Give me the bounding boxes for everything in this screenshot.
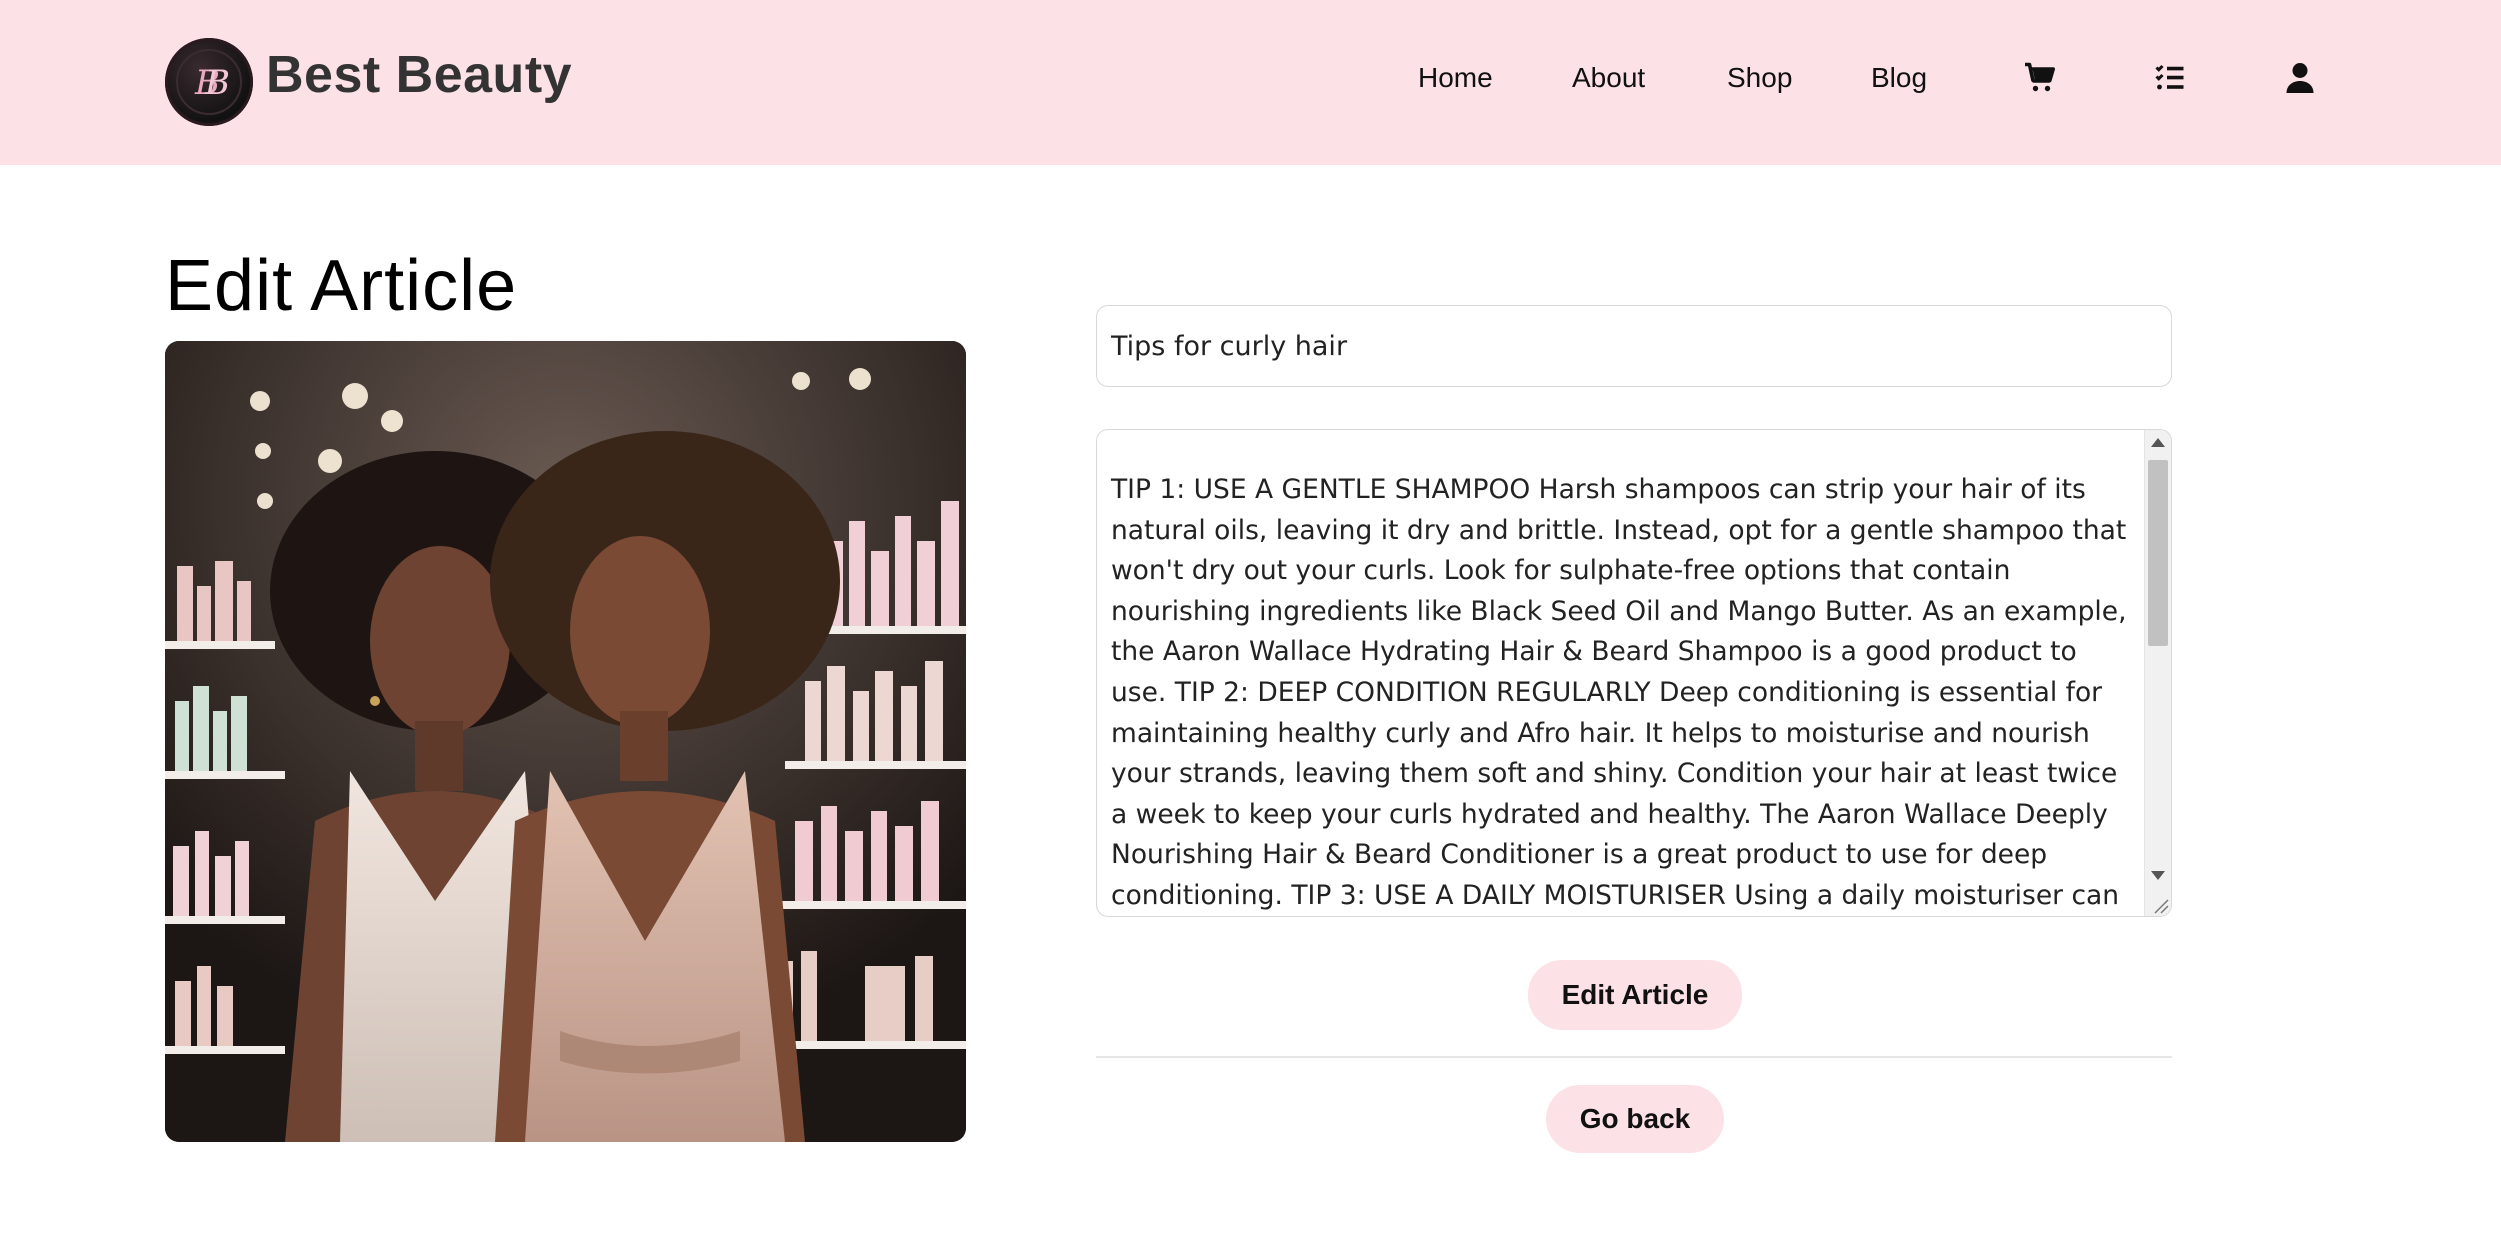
article-title-input[interactable] xyxy=(1096,305,2172,387)
logo-monogram-icon: B B xyxy=(176,49,242,115)
article-body-textarea[interactable]: TIP 1: USE A GENTLE SHAMPOO Harsh shampo… xyxy=(1096,429,2172,917)
textarea-scrollbar[interactable] xyxy=(2144,430,2171,916)
article-body-text[interactable]: TIP 1: USE A GENTLE SHAMPOO Harsh shampo… xyxy=(1111,470,2133,916)
nav-home[interactable]: Home xyxy=(1418,62,1493,94)
brand-name[interactable]: Best Beauty xyxy=(266,45,572,105)
brand-logo[interactable]: B B xyxy=(165,38,253,126)
go-back-button[interactable]: Go back xyxy=(1546,1085,1724,1153)
article-photo xyxy=(165,341,966,1142)
site-header: B B Best Beauty Home About Shop Blog xyxy=(0,0,2501,165)
scroll-up-icon[interactable] xyxy=(2151,438,2165,447)
cart-icon[interactable] xyxy=(2022,60,2058,96)
resize-handle-icon[interactable] xyxy=(2151,896,2169,914)
svg-text:B: B xyxy=(204,63,230,103)
nav-blog[interactable]: Blog xyxy=(1871,62,1927,94)
article-image xyxy=(165,341,966,1142)
scroll-down-icon[interactable] xyxy=(2151,871,2165,880)
checklist-icon[interactable] xyxy=(2152,60,2188,96)
scroll-thumb[interactable] xyxy=(2148,460,2168,646)
nav-shop[interactable]: Shop xyxy=(1727,62,1792,94)
user-icon[interactable] xyxy=(2282,60,2318,96)
divider xyxy=(1096,1056,2172,1058)
page-title: Edit Article xyxy=(165,246,518,326)
edit-article-button[interactable]: Edit Article xyxy=(1528,960,1742,1030)
nav-about[interactable]: About xyxy=(1572,62,1645,94)
